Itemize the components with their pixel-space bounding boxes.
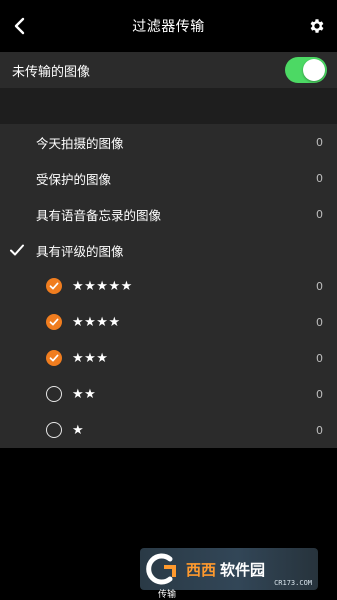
filter-list: 今天拍摄的图像 0 受保护的图像 0 具有语音备忘录的图像 0 具有评级的图像 … (0, 124, 337, 448)
page-title: 过滤器传输 (132, 19, 205, 35)
rating-item-4-stars[interactable]: ★★★★ 0 (0, 304, 337, 340)
rating-count: 0 (316, 315, 323, 329)
rating-item-2-stars[interactable]: ★★ 0 (0, 376, 337, 412)
chevron-left-icon (14, 17, 25, 35)
filter-count: 0 (316, 171, 323, 185)
section-spacer (0, 88, 337, 124)
filter-item-protected[interactable]: 受保护的图像 0 (0, 160, 337, 196)
untransferred-label: 未传输的图像 (12, 64, 91, 80)
rating-item-5-stars[interactable]: ★★★★★ 0 (0, 268, 337, 304)
empty-circle-icon[interactable] (46, 386, 62, 402)
rating-stars: ★★ (72, 386, 97, 402)
rating-count: 0 (316, 351, 323, 365)
checked-circle-icon[interactable] (46, 350, 62, 366)
filter-label: 具有语音备忘录的图像 (36, 207, 162, 223)
watermark-url: CR173.COM (274, 579, 312, 587)
filter-label: 受保护的图像 (36, 171, 112, 187)
rating-stars: ★★★★ (72, 314, 121, 330)
tab-transfer-label[interactable]: 传输 (158, 587, 176, 600)
back-button[interactable] (6, 12, 34, 40)
filter-count: 0 (316, 207, 323, 221)
watermark-brand: 软件园 (220, 560, 266, 579)
empty-circle-icon[interactable] (46, 422, 62, 438)
watermark-logo-icon (140, 548, 184, 590)
untransferred-row: 未传输的图像 (0, 52, 337, 88)
rating-count: 0 (316, 279, 323, 293)
filter-label: 今天拍摄的图像 (36, 135, 124, 151)
rating-item-1-star[interactable]: ★ 0 (0, 412, 337, 448)
rating-stars: ★★★ (72, 350, 109, 366)
filter-item-voice-memo[interactable]: 具有语音备忘录的图像 0 (0, 196, 337, 232)
checked-circle-icon[interactable] (46, 278, 62, 294)
watermark-text: 西西 (186, 560, 217, 579)
toggle-knob (303, 59, 325, 81)
rating-item-3-stars[interactable]: ★★★ 0 (0, 340, 337, 376)
filter-item-today[interactable]: 今天拍摄的图像 0 (0, 124, 337, 160)
rating-stars: ★ (72, 422, 85, 438)
rating-count: 0 (316, 423, 323, 437)
checked-circle-icon[interactable] (46, 314, 62, 330)
filter-count: 0 (316, 135, 323, 149)
settings-button[interactable] (303, 12, 331, 40)
gear-icon (310, 19, 324, 33)
nav-bar: 过滤器传输 (0, 0, 337, 52)
filter-label: 具有评级的图像 (36, 243, 124, 259)
checkmark-icon (10, 244, 24, 256)
rating-stars: ★★★★★ (72, 278, 133, 294)
watermark-logo: 西西 软件园 CR173.COM (140, 548, 318, 590)
untransferred-toggle-switch[interactable] (285, 57, 327, 83)
rating-count: 0 (316, 387, 323, 401)
filter-item-rated[interactable]: 具有评级的图像 (0, 232, 337, 268)
